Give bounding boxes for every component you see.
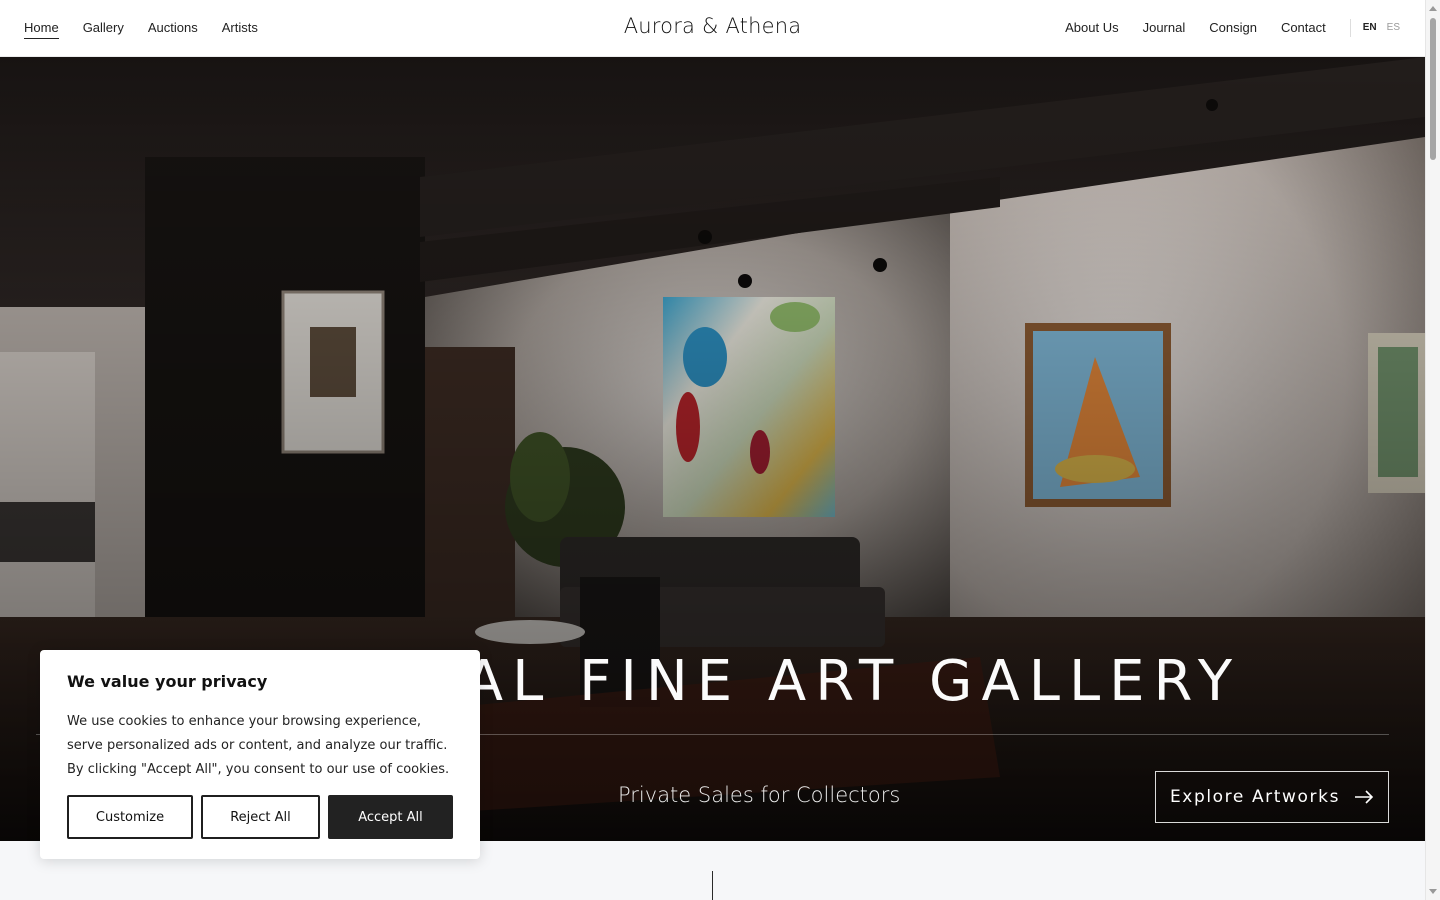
nav-gallery-link[interactable]: Gallery	[83, 19, 124, 39]
lang-en-option[interactable]: EN	[1363, 19, 1377, 37]
cookie-buttons: Customize Reject All Accept All	[67, 795, 453, 839]
cookie-customize-button[interactable]: Customize	[67, 795, 193, 839]
nav-auctions-link[interactable]: Auctions	[148, 19, 198, 39]
explore-artworks-button[interactable]: Explore Artworks	[1155, 771, 1389, 823]
nav-consign-link[interactable]: Consign	[1209, 19, 1257, 37]
hero-subtitle: Private Sales for Collectors	[618, 783, 901, 807]
scrollbar-thumb[interactable]	[1430, 18, 1436, 160]
nav-home-link[interactable]: Home	[24, 19, 59, 39]
arrow-right-icon	[1354, 790, 1374, 804]
nav-journal-link[interactable]: Journal	[1143, 19, 1186, 37]
nav-artists-link[interactable]: Artists	[222, 19, 258, 39]
primary-nav: Home Gallery Auctions Artists	[24, 19, 258, 39]
nav-contact-link[interactable]: Contact	[1281, 19, 1326, 37]
cookie-accept-all-button[interactable]: Accept All	[328, 795, 453, 839]
scroll-up-arrow-icon[interactable]	[1429, 6, 1437, 11]
explore-artworks-label: Explore Artworks	[1169, 787, 1341, 807]
cookie-body: We use cookies to enhance your browsing …	[67, 714, 450, 777]
site-header: Home Gallery Auctions Artists Aurora & A…	[0, 0, 1425, 57]
nav-about-link[interactable]: About Us	[1065, 19, 1118, 37]
page-scrollbar[interactable]	[1425, 0, 1440, 900]
brand-name[interactable]: Aurora & Athena	[624, 14, 802, 38]
hero-title-text: NAL FINE ART GALLERY	[413, 649, 1242, 714]
lang-es-option[interactable]: ES	[1387, 19, 1400, 37]
cookie-reject-all-button[interactable]: Reject All	[201, 795, 320, 839]
language-switcher: EN ES	[1349, 19, 1400, 37]
cookie-title: We value your privacy	[67, 672, 268, 691]
scroll-indicator-line	[712, 871, 713, 900]
scroll-down-arrow-icon[interactable]	[1429, 889, 1437, 894]
cookie-consent-banner: We value your privacy We use cookies to …	[40, 650, 480, 859]
secondary-nav: About Us Journal Consign Contact EN ES	[1065, 19, 1400, 37]
